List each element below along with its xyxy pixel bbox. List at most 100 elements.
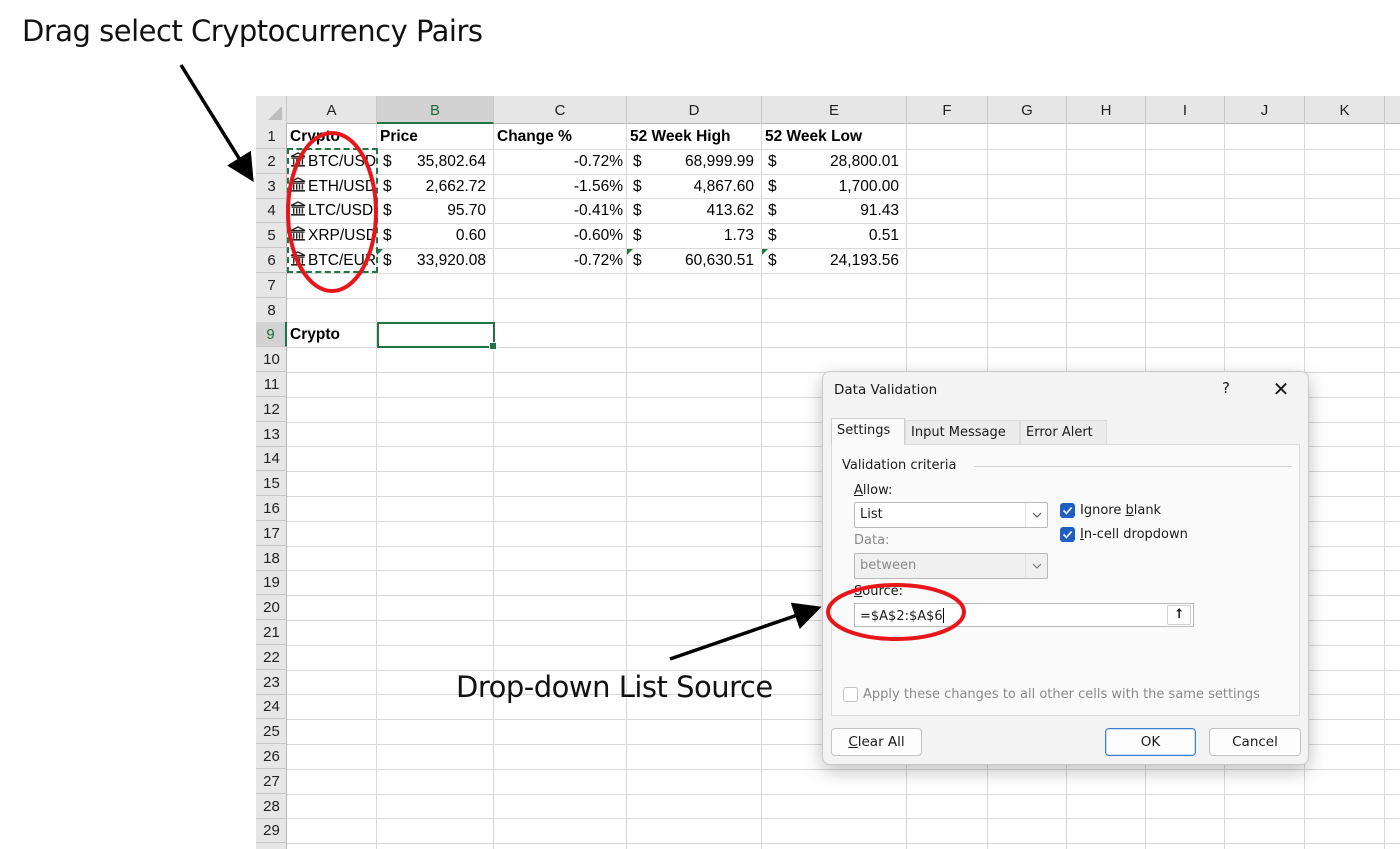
crypto-pair-cell[interactable]: LTC/USD [287,198,377,223]
select-all-corner[interactable] [256,96,287,124]
row-header-1[interactable]: 1 [256,124,287,149]
column-header-d[interactable]: D [627,96,762,124]
a9-label-cell[interactable]: Crypto [287,322,377,347]
row-header-22[interactable]: 22 [256,645,287,670]
row-header-25[interactable]: 25 [256,719,287,745]
row-header-23[interactable]: 23 [256,670,287,695]
crypto-pair-cell[interactable]: ETH/USD [287,174,377,199]
source-input[interactable]: =$A$2:$A$6 ⭡ [854,603,1194,627]
row-header-11[interactable]: 11 [256,372,287,397]
row-header-10[interactable]: 10 [256,347,287,373]
tab-input-message[interactable]: Input Message [905,420,1020,444]
header-cell-high[interactable]: 52 Week High [627,124,762,149]
change-cell[interactable]: -0.60% [494,223,627,248]
crypto-pair-cell[interactable]: BTC/EUR [287,248,377,273]
source-value: =$A$2:$A$6 [860,609,943,624]
row-header-17[interactable]: 17 [256,521,287,546]
high-cell[interactable]: $60,630.51 [627,248,762,273]
column-header-a[interactable]: A [287,96,377,124]
help-button[interactable]: ? [1216,379,1236,399]
bank-icon[interactable] [290,176,306,192]
header-cell-low[interactable]: 52 Week Low [762,124,907,149]
bank-icon[interactable] [290,250,306,266]
row-header-12[interactable]: 12 [256,397,287,422]
row-header-13[interactable]: 13 [256,422,287,447]
price-cell[interactable]: $35,802.64 [377,149,494,174]
header-cell-price[interactable]: Price [377,124,494,149]
row-header-15[interactable]: 15 [256,471,287,497]
bank-icon[interactable] [290,225,306,241]
row-header-6[interactable]: 6 [256,248,287,273]
bank-icon[interactable] [290,151,306,167]
column-header-g[interactable]: G [988,96,1067,124]
row-header-2[interactable]: 2 [256,149,287,174]
low-cell[interactable]: $91.43 [762,198,907,223]
row-header-28[interactable]: 28 [256,794,287,819]
low-cell[interactable]: $24,193.56 [762,248,907,273]
tab-error-alert[interactable]: Error Alert [1020,420,1107,444]
data-value: between [860,558,917,573]
column-header-i[interactable]: I [1146,96,1225,124]
active-cell-b9[interactable] [377,322,497,350]
dialog-title: Data Validation [834,382,938,398]
change-cell[interactable]: -0.41% [494,198,627,223]
header-cell-crypto[interactable]: Crypto [287,124,377,149]
crypto-pair-cell[interactable]: XRP/USD [287,223,377,248]
low-cell[interactable]: $0.51 [762,223,907,248]
ignore-blank-checkbox[interactable] [1060,503,1075,518]
clear-all-button[interactable]: Clear All [831,728,922,756]
row-header-21[interactable]: 21 [256,620,287,645]
high-cell[interactable]: $413.62 [627,198,762,223]
price-cell[interactable]: $95.70 [377,198,494,223]
low-value: 0.51 [868,227,899,245]
row-header-7[interactable]: 7 [256,273,287,298]
close-button[interactable]: ✕ [1269,377,1293,401]
column-header-j[interactable]: J [1225,96,1305,124]
tab-settings[interactable]: Settings [831,418,905,445]
row-header-24[interactable]: 24 [256,694,287,720]
crypto-pair-cell[interactable]: BTC/USD [287,149,377,174]
cancel-button[interactable]: Cancel [1209,728,1301,756]
row-header-16[interactable]: 16 [256,496,287,521]
high-cell[interactable]: $4,867.60 [627,174,762,199]
low-cell[interactable]: $1,700.00 [762,174,907,199]
in-cell-dropdown-checkbox[interactable] [1060,527,1075,542]
row-header-8[interactable]: 8 [256,298,287,323]
bank-icon[interactable] [290,200,306,216]
row-header-5[interactable]: 5 [256,223,287,249]
column-header-b[interactable]: B [377,96,494,124]
high-cell[interactable]: $68,999.99 [627,149,762,174]
change-cell[interactable]: -0.72% [494,149,627,174]
column-header-c[interactable]: C [494,96,627,124]
low-cell[interactable]: $28,800.01 [762,149,907,174]
column-header-e[interactable]: E [762,96,907,124]
row-header-9[interactable]: 9 [256,322,287,348]
row-header-20[interactable]: 20 [256,595,287,621]
column-header-h[interactable]: H [1067,96,1146,124]
column-header-f[interactable]: F [907,96,988,124]
column-header-k[interactable]: K [1305,96,1385,124]
row-header-14[interactable]: 14 [256,446,287,472]
price-cell[interactable]: $33,920.08 [377,248,494,273]
change-cell[interactable]: -1.56% [494,174,627,199]
change-cell[interactable]: -0.72% [494,248,627,273]
apply-all-checkbox[interactable] [843,687,858,702]
row-header-3[interactable]: 3 [256,174,287,199]
row-header-18[interactable]: 18 [256,546,287,571]
high-cell[interactable]: $1.73 [627,223,762,248]
header-cell-change[interactable]: Change % [494,124,627,149]
price-cell[interactable]: $2,662.72 [377,174,494,199]
price-cell[interactable]: $0.60 [377,223,494,248]
chevron-down-icon [1025,554,1047,578]
ok-button[interactable]: OK [1105,728,1196,756]
currency-symbol: $ [768,252,777,269]
allow-dropdown[interactable]: List [854,502,1048,528]
row-header-27[interactable]: 27 [256,769,287,794]
row-header-29[interactable]: 29 [256,818,287,844]
collapse-dialog-button[interactable]: ⭡ [1167,605,1191,625]
crypto-pair-text: BTC/EUR [308,252,377,269]
row-header-19[interactable]: 19 [256,570,287,596]
currency-symbol: $ [768,152,777,170]
row-header-4[interactable]: 4 [256,198,287,224]
row-header-26[interactable]: 26 [256,744,287,769]
